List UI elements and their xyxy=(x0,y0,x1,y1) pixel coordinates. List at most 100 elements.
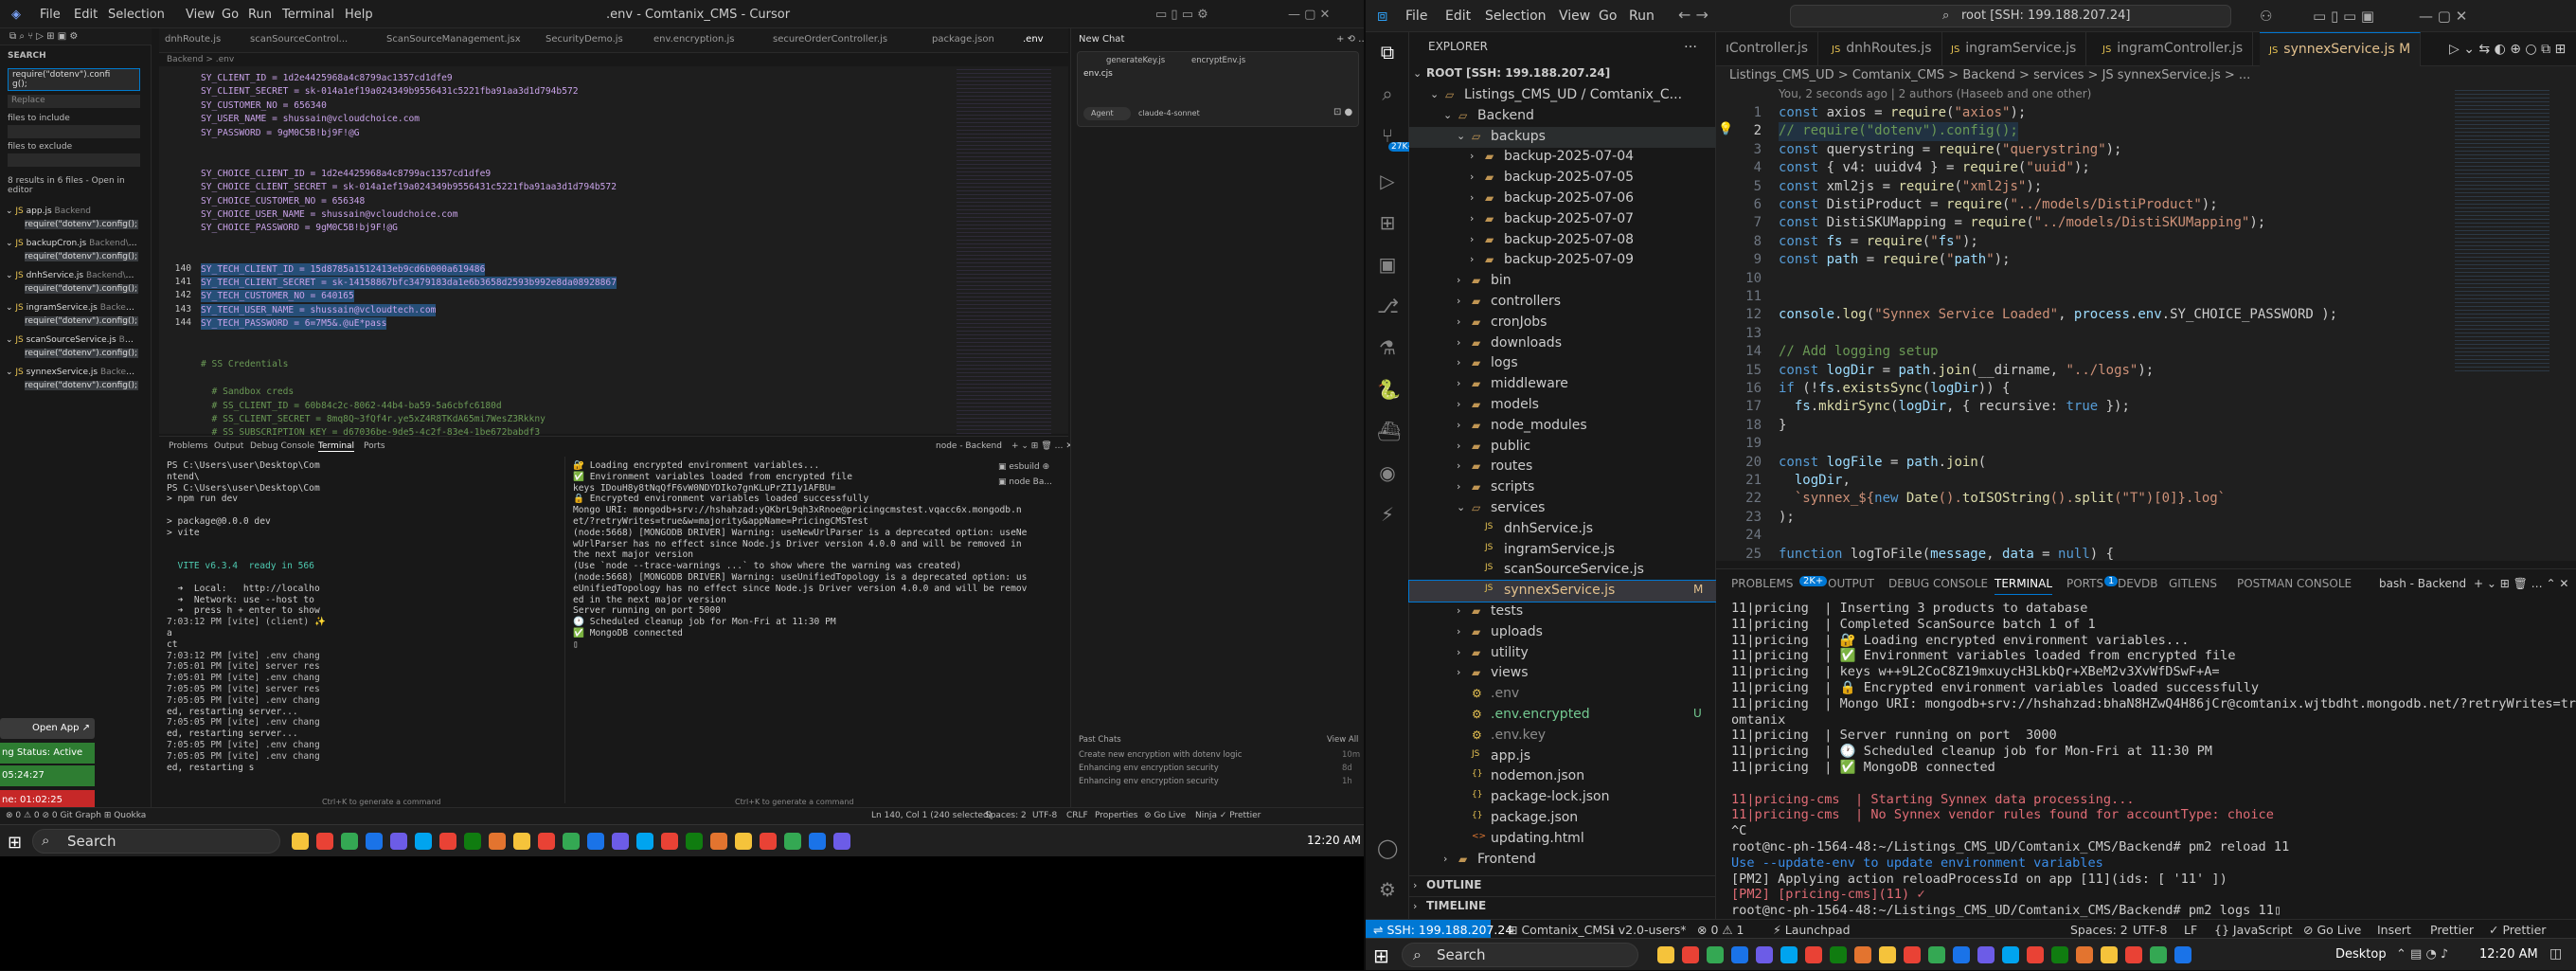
settings-icon[interactable]: ⚙ xyxy=(1377,879,1398,900)
taskbar-app-icon[interactable] xyxy=(636,833,653,850)
blame-annotation[interactable]: You, 2 seconds ago | 2 authors (Haseeb a… xyxy=(1779,87,2091,100)
code-line[interactable]: const path = require("path"); xyxy=(1779,251,2011,269)
copilot-icon[interactable]: ⚇ xyxy=(2260,8,2272,25)
chevron-right-icon[interactable]: › xyxy=(1457,398,1460,410)
search-result-file[interactable]: ⌄ JS scanSourceService.js Backend... xyxy=(6,335,138,345)
status-prettier[interactable]: Prettier xyxy=(2430,923,2474,937)
taskbar-app-icon[interactable] xyxy=(513,833,530,850)
tree-item[interactable]: ⚙ .env.key xyxy=(1409,726,1716,746)
env-line[interactable]: # SS_CLIENT_ID = 60b84c2c-8062-44b4-ba59… xyxy=(201,400,502,412)
taskbar-app-icon[interactable] xyxy=(563,833,580,850)
env-line[interactable]: # SS_CLIENT_SECRET = 8mq8Q~3fQf4r.ye5xZ4… xyxy=(201,413,546,425)
menu-view[interactable]: View xyxy=(186,8,215,22)
run-debug-icon[interactable]: ▷ xyxy=(1377,171,1398,191)
chevron-right-icon[interactable]: › xyxy=(1470,233,1474,245)
env-line[interactable]: SY_PASSWORD = 9gM0C5B!bj9F!@G xyxy=(201,127,360,139)
tree-item[interactable]: JS synnexService.js M xyxy=(1408,580,1717,603)
replace-input[interactable]: Replace xyxy=(8,95,140,108)
nav-arrows[interactable]: ← → xyxy=(1678,6,1708,24)
chevron-right-icon[interactable]: › xyxy=(1470,191,1474,204)
menu-terminal[interactable]: Terminal xyxy=(282,8,334,22)
files-exclude-input[interactable] xyxy=(8,153,140,167)
tree-item[interactable]: › ▰ bin xyxy=(1409,271,1716,292)
start-icon[interactable]: ⊞ xyxy=(8,833,22,853)
agent-selector[interactable]: Agent xyxy=(1083,107,1131,120)
taskbar-app-icon[interactable] xyxy=(661,833,678,850)
taskbar-app-icon[interactable] xyxy=(784,833,801,850)
code-line[interactable]: const xml2js = require("xml2js"); xyxy=(1779,178,2042,196)
tree-item[interactable]: {} package.json xyxy=(1409,808,1716,829)
status-extra[interactable]: Ninja ✓ Prettier xyxy=(1195,811,1261,820)
search-result-file[interactable]: ⌄ JS synnexService.js Backend\... xyxy=(6,368,138,377)
tree-item[interactable]: › ▰ backup-2025-07-06 xyxy=(1409,189,1716,209)
env-line[interactable]: SY_CHOICE_CUSTOMER_NO = 656348 xyxy=(201,195,365,207)
panel-tab[interactable]: DEVDB xyxy=(2118,577,2158,590)
panel-tab[interactable]: TERMINAL xyxy=(1995,577,2053,595)
tree-item[interactable]: ⌄ ▱ Backend xyxy=(1409,106,1716,127)
panel-tab-debug[interactable]: Debug Console xyxy=(250,441,314,451)
taskbar-app-icon[interactable] xyxy=(1904,946,1921,963)
taskbar-app-icon[interactable] xyxy=(809,833,826,850)
code-line[interactable]: // require("dotenv").config(); xyxy=(1779,122,2018,141)
cursor-tab[interactable]: scanSourceControl... xyxy=(250,34,348,45)
layout-icons[interactable]: ▭ ▯ ▭ ⚙ xyxy=(1155,8,1208,22)
tray-icons[interactable]: ⌃ ▤ ◔ ♪ xyxy=(2396,947,2448,962)
chevron-right-icon[interactable]: › xyxy=(1457,356,1460,369)
status-eol[interactable]: LF xyxy=(2184,923,2197,937)
window-controls[interactable]: — ▢ ✕ xyxy=(2419,8,2467,25)
code-line[interactable]: ); xyxy=(1779,509,1795,527)
status-spaces[interactable]: Spaces: 2 xyxy=(2070,923,2128,937)
desktop-toolbar[interactable]: Desktop xyxy=(2335,947,2387,962)
code-line[interactable]: const logDir = path.join(__dirname, "../… xyxy=(1779,362,2154,380)
status-cursor-pos[interactable]: Ln 140, Col 1 (240 selected) xyxy=(871,811,992,820)
tree-item[interactable]: › ▰ tests xyxy=(1409,602,1716,622)
env-line[interactable]: SY_TECH_USER_NAME = shussain@vcloudtech.… xyxy=(201,303,437,316)
explorer-more-icon[interactable]: … xyxy=(1684,36,1697,51)
taskbar-app-icon[interactable] xyxy=(292,833,309,850)
start-icon[interactable]: ⊞ xyxy=(1373,944,1389,967)
lightning-icon[interactable]: ⚡ xyxy=(1377,504,1398,525)
cursor-terminal-backend[interactable]: 🔐 Loading encrypted environment variable… xyxy=(564,457,1027,803)
terminal-selector[interactable]: bash - Backend xyxy=(2379,577,2466,590)
tree-item[interactable]: › ▰ backup-2025-07-05 xyxy=(1409,168,1716,189)
status-problems[interactable]: ⊗ 0 ⚠ 0 ⊘ 0 Git Graph ⊞ Quokka xyxy=(6,811,146,820)
menu-run[interactable]: Run xyxy=(248,8,272,22)
chevron-down-icon[interactable]: ⌄ xyxy=(1457,130,1465,142)
menu-edit[interactable]: Edit xyxy=(74,8,98,22)
env-line[interactable]: SY_CLIENT_SECRET = sk-014a1ef19a024349b9… xyxy=(201,85,579,98)
search-result-match[interactable]: require("dotenv").config(); xyxy=(25,220,138,229)
tree-item[interactable]: › ▰ node_modules xyxy=(1409,416,1716,437)
search-result-file[interactable]: ⌄ JS backupCron.js Backend\cro... xyxy=(6,239,138,248)
status-project[interactable]: ⊞ Comtanix_CMS xyxy=(1508,923,1610,937)
taskbar-app-icon[interactable] xyxy=(612,833,629,850)
menu-selection[interactable]: Selection xyxy=(1485,9,1547,24)
tree-item[interactable]: › ▰ backup-2025-07-04 xyxy=(1409,147,1716,168)
past-chat-item[interactable]: Enhancing env encryption security xyxy=(1079,764,1219,773)
menu-help[interactable]: Help xyxy=(345,8,373,22)
cursor-tab[interactable]: ScanSourceManagement.jsx xyxy=(386,34,521,45)
tree-item[interactable]: JS dnhService.js xyxy=(1409,519,1716,540)
status-encoding[interactable]: UTF-8 xyxy=(1032,811,1057,820)
taskbar-app-icon[interactable] xyxy=(1682,946,1699,963)
editor-tab[interactable]: ıController.js xyxy=(1716,32,1819,66)
code-line[interactable]: if (!fs.existsSync(logDir)) { xyxy=(1779,380,2010,398)
terminal-list-item[interactable]: ▣ esbuild ⊕ xyxy=(998,462,1049,472)
tree-item[interactable]: › ▰ views xyxy=(1409,663,1716,684)
taskbar-app-icon[interactable] xyxy=(415,833,432,850)
tree-item[interactable]: ⌄ ▱ backups xyxy=(1409,126,1716,148)
tree-item[interactable]: ⌄ ▱ services xyxy=(1409,498,1716,519)
chevron-right-icon[interactable]: › xyxy=(1457,419,1460,431)
taskbar-app-icon[interactable] xyxy=(2174,946,2191,963)
taskbar-app-icon[interactable] xyxy=(439,833,456,850)
env-line[interactable]: SY_CHOICE_USER_NAME = shussain@vcloudcho… xyxy=(201,208,457,221)
chevron-right-icon[interactable]: › xyxy=(1457,274,1460,286)
status-prettier-check[interactable]: ✓ Prettier xyxy=(2489,923,2546,937)
code-line[interactable]: const { v4: uuidv4 } = require("uuid"); xyxy=(1779,159,2090,177)
taskbar-app-icon[interactable] xyxy=(1707,946,1724,963)
taskbar-app-icon[interactable] xyxy=(833,833,850,850)
taskbar-app-icon[interactable] xyxy=(2150,946,2167,963)
timeline-section[interactable]: › TIMELINE xyxy=(1409,896,1716,917)
panel-tab-terminal[interactable]: Terminal xyxy=(318,441,355,452)
tree-item[interactable]: › ▰ middleware xyxy=(1409,374,1716,395)
status-golive[interactable]: ⊘ Go Live xyxy=(2303,923,2361,937)
